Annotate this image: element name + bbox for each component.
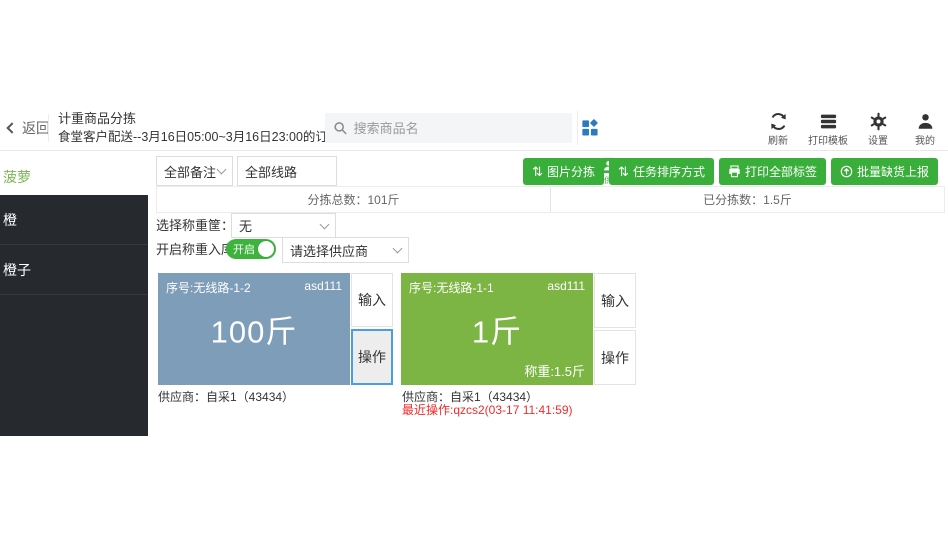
supplier-placeholder: 请选择供应商 xyxy=(290,241,368,260)
total-count-label: 分拣总数： xyxy=(307,191,367,208)
button-label: 打印全部标签 xyxy=(745,163,817,180)
refresh-button[interactable]: 刷新 xyxy=(761,111,795,147)
stats-bar: 分拣总数： 101斤 已分拣数： 1.5斤 xyxy=(156,186,945,213)
task-card: 序号:无线路-1-1 asd111 1斤 称重:1.5斤 输入 操作 xyxy=(401,273,636,385)
picture-sorting-button[interactable]: ⇅ 图片分拣 xyxy=(523,158,604,185)
card-weight: 1斤 xyxy=(472,307,522,352)
print-all-labels-button[interactable]: 打印全部标签 xyxy=(719,158,826,185)
input-button[interactable]: 输入 xyxy=(594,273,636,328)
grid-layout-icon[interactable] xyxy=(581,119,599,137)
weigh-in-toggle[interactable]: 开启 xyxy=(226,239,276,259)
card-code: asd111 xyxy=(304,279,342,296)
button-label: 任务排序方式 xyxy=(633,163,705,180)
toolbar-buttons: ⇅ 图片分拣 ⇅ 任务排序方式 打印全部标签 批量缺货上报 xyxy=(523,158,938,185)
back-button[interactable]: 返回 xyxy=(8,105,50,150)
action-label: 我的 xyxy=(915,132,935,147)
input-button[interactable]: 输入 xyxy=(351,273,393,327)
card-weight: 100斤 xyxy=(211,307,298,352)
sort-icon: ⇅ xyxy=(532,165,543,178)
basket-select[interactable]: 无 xyxy=(231,213,336,238)
sidebar-item[interactable]: 橙 xyxy=(0,195,148,245)
supplier-select[interactable]: 请选择供应商 xyxy=(282,237,409,263)
basket-label: 选择称重筐： xyxy=(156,213,234,238)
sidebar-item-selected[interactable]: 菠萝 xyxy=(0,158,148,195)
print-template-icon xyxy=(819,112,838,131)
task-card-tile[interactable]: 序号:无线路-1-2 asd111 100斤 xyxy=(158,273,350,385)
supplier-line: 供应商：自采1（43434） xyxy=(158,388,294,405)
chevron-down-icon xyxy=(393,244,403,254)
batch-shortage-report-button[interactable]: 批量缺货上报 xyxy=(831,158,938,185)
sorted-count-stat: 已分拣数： 1.5斤 xyxy=(550,187,944,212)
divider xyxy=(577,111,578,145)
print-template-button[interactable]: 打印模板 xyxy=(808,111,848,147)
search-input[interactable] xyxy=(354,121,564,136)
page-title-block: 计重商品分拣 食堂客户配送--3月16日05:00~3月16日23:00的订单 xyxy=(58,110,340,146)
search-icon xyxy=(333,120,348,136)
user-icon xyxy=(916,112,935,131)
task-card: 序号:无线路-1-2 asd111 100斤 输入 操作 xyxy=(158,273,393,385)
card-button-column: 输入 操作 xyxy=(594,273,636,385)
sorted-count-label: 已分拣数： xyxy=(703,191,763,208)
toggle-on-label: 开启 xyxy=(226,241,255,257)
remark-filter-value: 全部备注 xyxy=(164,162,216,181)
card-header: 序号:无线路-1-2 asd111 xyxy=(166,279,342,296)
operate-button[interactable]: 操作 xyxy=(351,329,393,385)
task-order-button[interactable]: ⇅ 任务排序方式 xyxy=(609,158,714,185)
route-filter-select[interactable]: 全部线路 xyxy=(237,156,337,186)
action-label: 打印模板 xyxy=(808,132,848,147)
card-seq: 序号:无线路-1-2 xyxy=(166,279,251,296)
search-box[interactable] xyxy=(325,113,572,143)
card-code: asd111 xyxy=(547,279,585,296)
divider xyxy=(48,114,49,142)
page-title: 计重商品分拣 xyxy=(58,110,340,128)
operate-button[interactable]: 操作 xyxy=(594,330,636,385)
back-label: 返回 xyxy=(22,118,50,138)
total-count-stat: 分拣总数： 101斤 xyxy=(157,187,550,212)
chevron-down-icon xyxy=(320,219,330,229)
sidebar-item-label: 橙子 xyxy=(3,260,31,280)
chevron-left-icon xyxy=(6,122,17,133)
report-icon xyxy=(840,165,853,178)
my-account-button[interactable]: 我的 xyxy=(908,111,942,147)
sidebar-item-label: 菠萝 xyxy=(3,167,31,187)
refresh-icon xyxy=(769,112,788,131)
header-bar: 返回 计重商品分拣 食堂客户配送--3月16日05:00~3月16日23:00的… xyxy=(0,105,948,151)
action-label: 刷新 xyxy=(768,132,788,147)
last-operation-line: 最近操作:qzcs2(03-17 11:41:59) xyxy=(402,401,573,418)
task-card-tile[interactable]: 序号:无线路-1-1 asd111 1斤 称重:1.5斤 xyxy=(401,273,593,385)
card-header: 序号:无线路-1-1 asd111 xyxy=(409,279,585,296)
sorted-count-value: 1.5斤 xyxy=(763,191,792,208)
sidebar-item[interactable]: 橙子 xyxy=(0,245,148,295)
header-actions: 刷新 打印模板 设置 xyxy=(761,111,942,147)
card-seq: 序号:无线路-1-1 xyxy=(409,279,494,296)
page-subtitle: 食堂客户配送--3月16日05:00~3月16日23:00的订单 xyxy=(58,128,340,146)
remark-filter-select[interactable]: 全部备注 xyxy=(156,156,233,186)
basket-value: 无 xyxy=(239,216,252,235)
toggle-knob xyxy=(258,241,274,257)
sort-icon: ⇅ xyxy=(618,165,629,178)
button-label: 图片分拣 xyxy=(547,163,595,180)
printer-icon xyxy=(728,165,741,178)
route-filter-value: 全部线路 xyxy=(245,162,297,181)
button-label: 批量缺货上报 xyxy=(857,163,929,180)
action-label: 设置 xyxy=(868,132,888,147)
card-button-column: 输入 操作 xyxy=(351,273,393,385)
category-sidebar: 橙 橙子 xyxy=(0,195,148,436)
total-count-value: 101斤 xyxy=(367,191,399,208)
gear-icon xyxy=(869,112,888,131)
sidebar-item-label: 橙 xyxy=(3,210,17,230)
chevron-down-icon xyxy=(217,165,227,175)
settings-button[interactable]: 设置 xyxy=(861,111,895,147)
card-weigh-note: 称重:1.5斤 xyxy=(524,361,585,380)
